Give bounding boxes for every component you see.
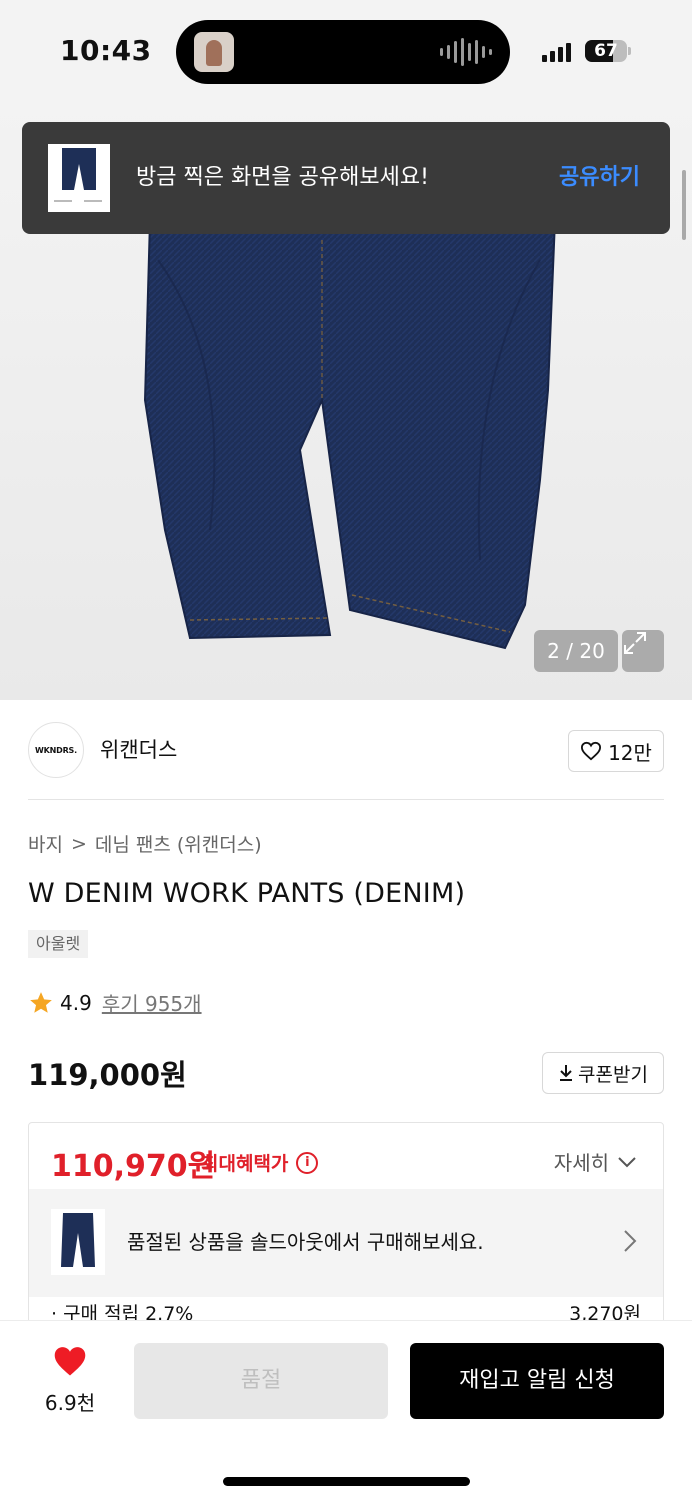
page-scrollbar[interactable] (682, 170, 686, 240)
screenshot-thumbnail-icon[interactable] (194, 32, 234, 72)
benefit-box: 110,970원 최대혜택가 i 자세히 품절된 상품을 솔드아웃에서 구매해보… (28, 1122, 664, 1332)
wishlist-button[interactable]: 6.9천 (30, 1345, 110, 1416)
rating-row: 4.9 후기 955개 (28, 988, 202, 1017)
home-indicator[interactable] (223, 1477, 470, 1486)
reviews-link[interactable]: 후기 955개 (102, 988, 202, 1017)
soldout-message: 품절된 상품을 솔드아웃에서 구매해보세요. (127, 1230, 484, 1254)
breadcrumb-subcategory[interactable]: 데님 팬츠 (위캔더스) (95, 830, 262, 857)
heart-outline-icon (581, 741, 602, 761)
battery-tip (628, 47, 631, 55)
dynamic-island[interactable] (176, 20, 510, 84)
max-benefit-label: 최대혜택가 (201, 1153, 289, 1175)
detail-toggle[interactable]: 자세히 (554, 1147, 637, 1176)
share-screenshot-toast: 방금 찍은 화면을 공유해보세요! 공유하기 (22, 122, 670, 234)
audio-waveform-icon (440, 38, 492, 66)
soldout-product-thumbnail (51, 1209, 105, 1275)
max-benefit[interactable]: 최대혜택가 i (201, 1149, 319, 1176)
screenshot-preview-thumbnail[interactable] (48, 144, 110, 212)
soldout-button: 품절 (134, 1343, 388, 1419)
detail-label: 자세히 (553, 1151, 609, 1175)
sale-price: 110,970원 (51, 1149, 216, 1184)
brand-like-count: 12만 (608, 740, 652, 765)
image-counter: 2 / 20 (534, 630, 618, 672)
star-icon (30, 991, 52, 1013)
status-bar: 10:43 67 (0, 0, 692, 100)
info-icon[interactable]: i (296, 1151, 319, 1174)
cellular-signal-icon (542, 42, 571, 62)
download-icon (560, 1065, 573, 1081)
original-price: 119,000원 (28, 1058, 187, 1092)
brand-row[interactable]: WKNDRS. 위캔더스 12만 (28, 700, 664, 800)
battery-percentage: 67 (594, 41, 618, 61)
product-title: W DENIM WORK PANTS (DENIM) (28, 878, 466, 909)
heart-filled-icon (54, 1347, 86, 1376)
chevron-right-icon (624, 1230, 637, 1252)
bottom-action-bar: 6.9천 품절 재입고 알림 신청 (0, 1320, 692, 1500)
breadcrumb: 바지 > 데님 팬츠 (위캔더스) (28, 830, 262, 857)
toast-message: 방금 찍은 화면을 공유해보세요! (136, 165, 429, 190)
expand-icon (624, 632, 646, 654)
brand-like-button[interactable]: 12만 (568, 730, 664, 772)
brand-logo[interactable]: WKNDRS. (28, 722, 84, 778)
coupon-label: 쿠폰받기 (578, 1063, 648, 1086)
breadcrumb-category[interactable]: 바지 (28, 830, 63, 857)
battery-icon: 67 (585, 40, 627, 62)
breadcrumb-separator-icon: > (70, 832, 87, 855)
restock-alert-button[interactable]: 재입고 알림 신청 (410, 1343, 664, 1419)
benefit-header[interactable]: 110,970원 최대혜택가 i 자세히 (29, 1123, 663, 1189)
chevron-down-icon (618, 1156, 636, 1167)
expand-image-button[interactable] (622, 630, 664, 672)
soldout-banner[interactable]: 품절된 상품을 솔드아웃에서 구매해보세요. (29, 1189, 663, 1297)
brand-name[interactable]: 위캔더스 (100, 700, 177, 800)
coupon-download-button[interactable]: 쿠폰받기 (542, 1052, 664, 1094)
share-button[interactable]: 공유하기 (559, 122, 640, 234)
status-time: 10:43 (60, 34, 152, 67)
outlet-tag: 아울렛 (28, 930, 89, 958)
wishlist-count: 6.9천 (44, 1391, 96, 1415)
rating-score: 4.9 (60, 990, 92, 1015)
